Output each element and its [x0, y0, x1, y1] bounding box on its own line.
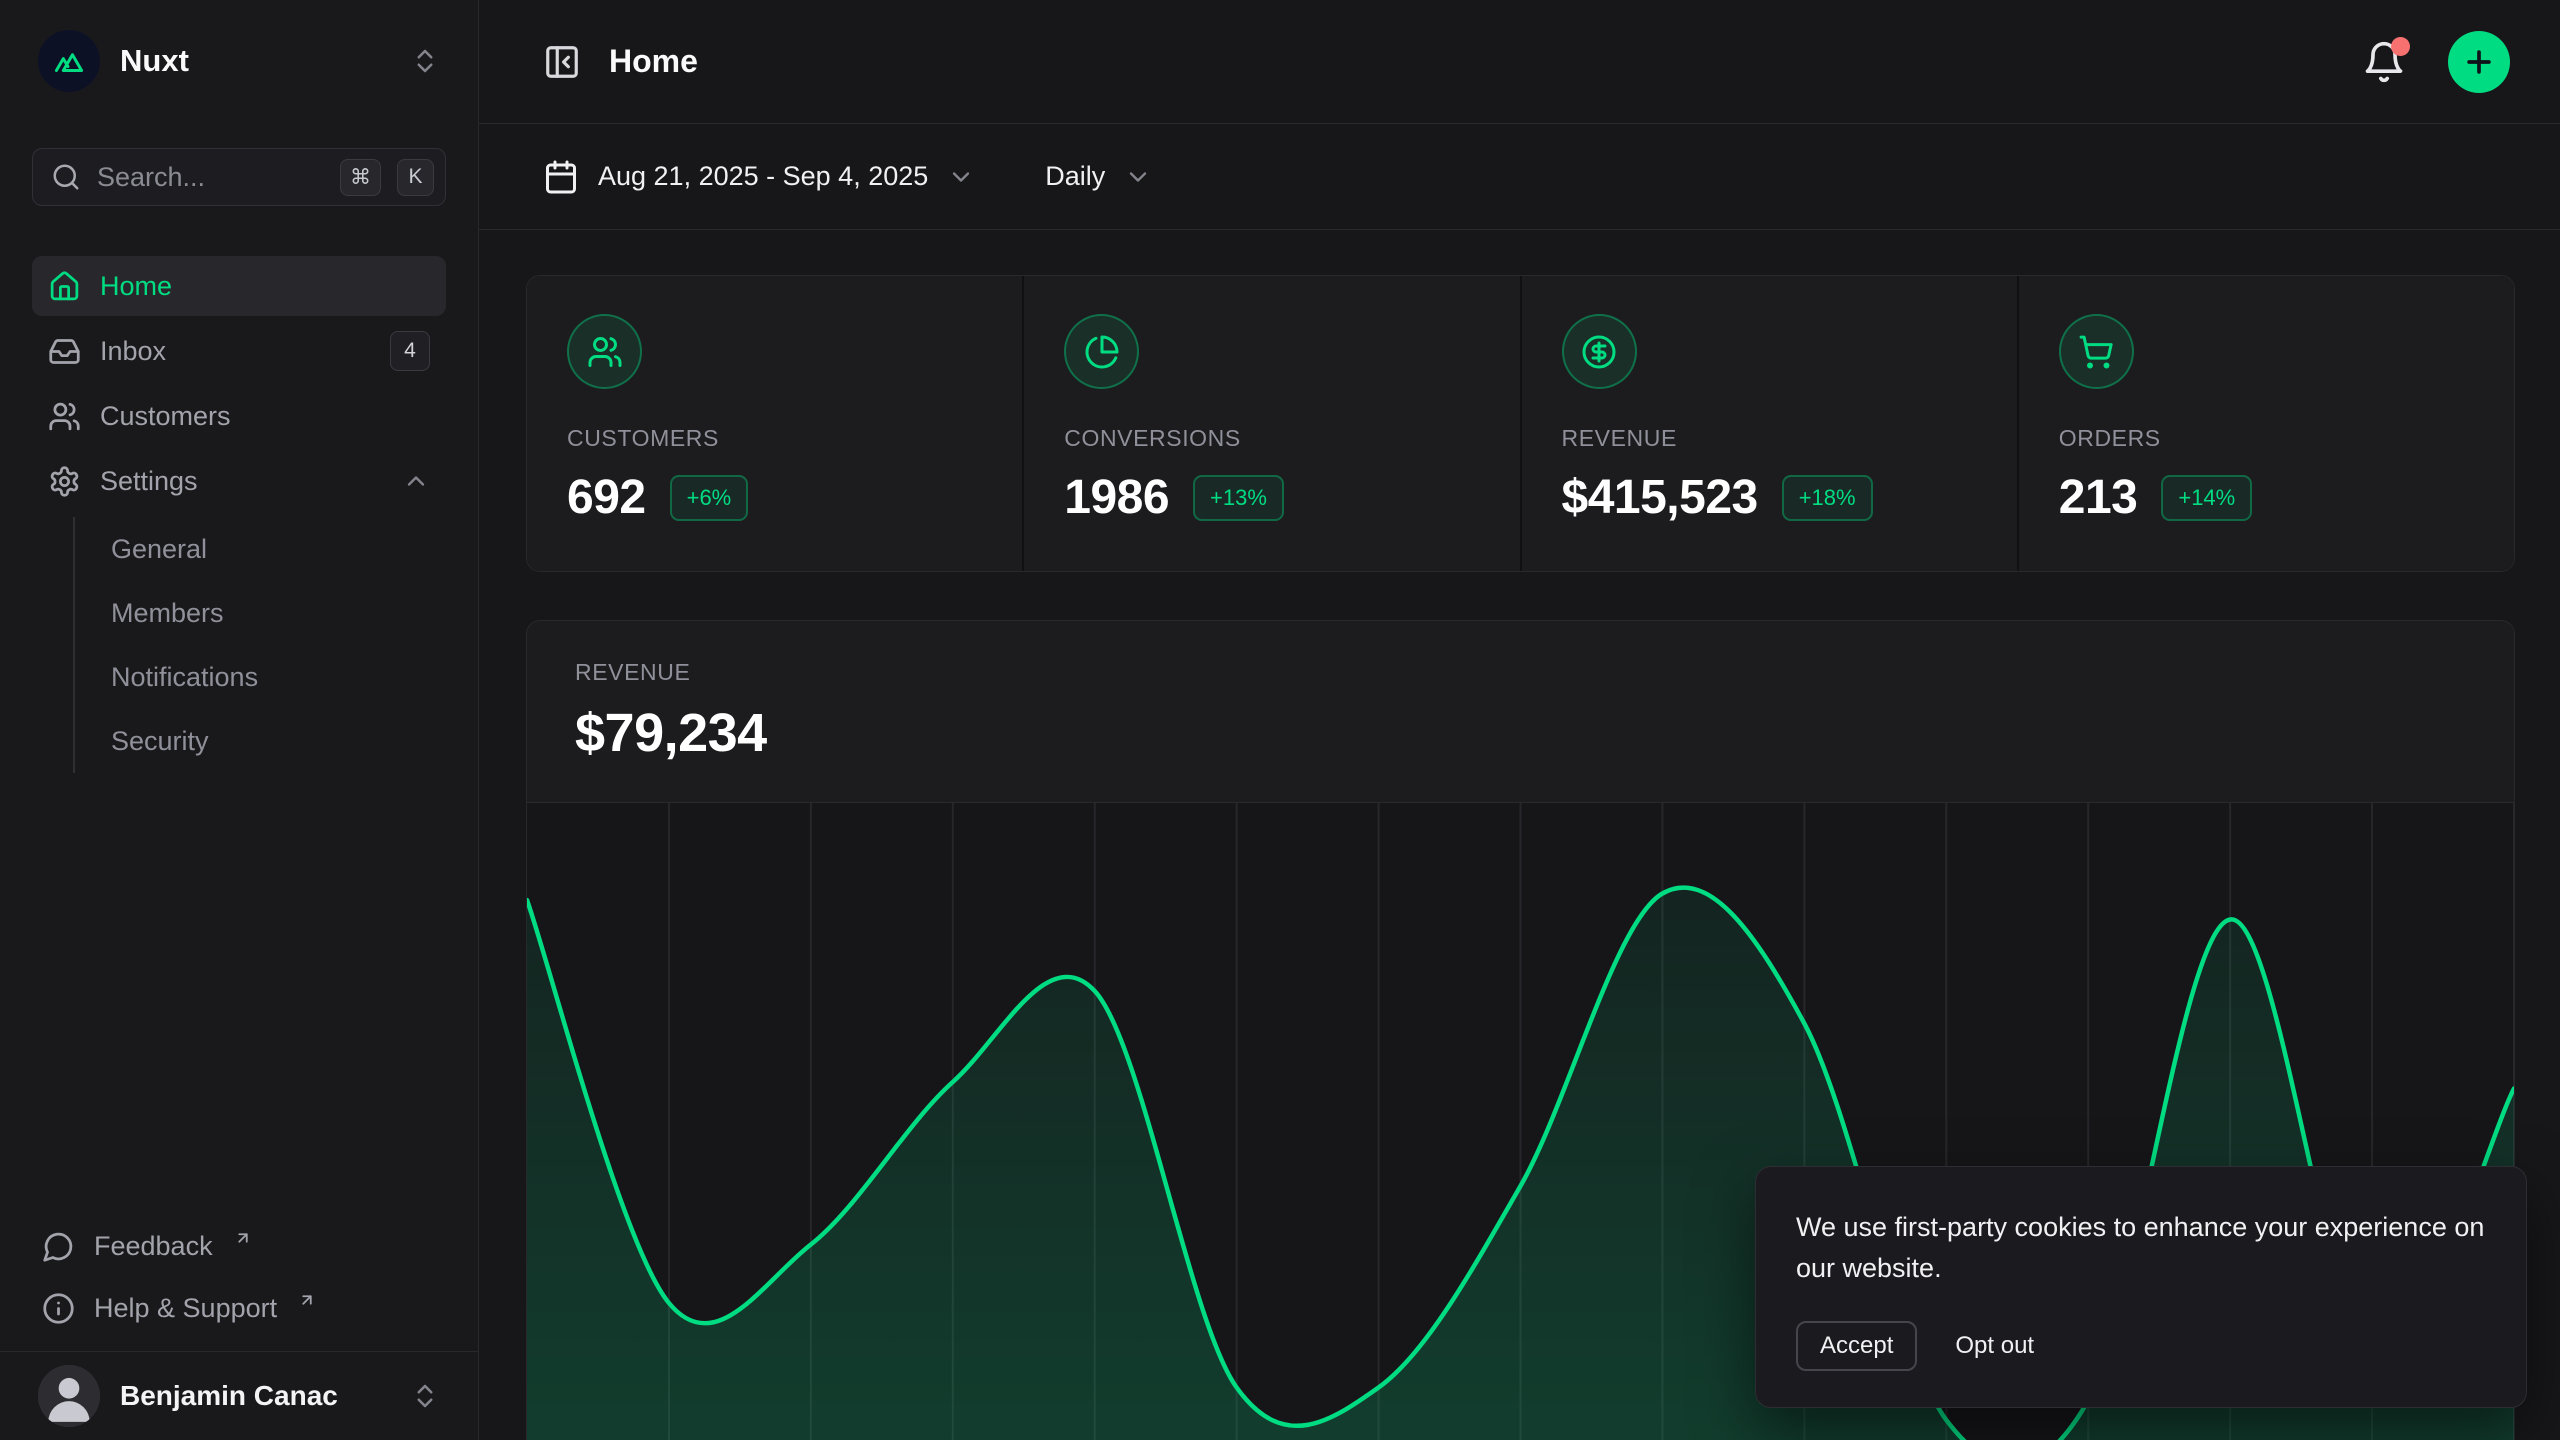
external-link-icon	[234, 1229, 252, 1247]
page-title: Home	[609, 43, 698, 80]
users-icon	[567, 314, 642, 389]
inbox-icon	[48, 335, 81, 368]
granularity-select[interactable]: Daily	[1045, 161, 1152, 192]
accept-cookies-button[interactable]: Accept	[1796, 1321, 1917, 1371]
revenue-chart-value: $79,234	[575, 702, 2466, 764]
settings-sub-list: General Members Notifications Security	[73, 517, 446, 773]
stat-card-conversions[interactable]: CONVERSIONS 1986 +13%	[1024, 276, 1519, 571]
granularity-value: Daily	[1045, 161, 1105, 192]
search-input[interactable]: Search... ⌘ K	[32, 148, 446, 206]
workspace-switcher[interactable]: Nuxt	[32, 30, 446, 92]
info-icon	[42, 1292, 75, 1325]
sidebar-item-label: Settings	[100, 466, 198, 497]
sidebar-item-settings[interactable]: Settings	[32, 451, 446, 511]
sidebar-item-members[interactable]: Members	[111, 581, 446, 645]
filters-toolbar: Aug 21, 2025 - Sep 4, 2025 Daily	[479, 124, 2560, 230]
search-icon	[51, 162, 81, 192]
sidebar-item-notifications[interactable]: Notifications	[111, 645, 446, 709]
cart-icon	[2059, 314, 2134, 389]
search-placeholder: Search...	[97, 162, 324, 193]
chevron-up-icon	[402, 467, 430, 495]
cookie-banner: We use first-party cookies to enhance yo…	[1755, 1166, 2527, 1408]
gear-icon	[48, 465, 81, 498]
sidebar-item-general[interactable]: General	[111, 517, 446, 581]
avatar	[38, 1365, 100, 1427]
sidebar-item-label: Inbox	[100, 336, 166, 367]
chevrons-up-down-icon	[410, 46, 440, 76]
external-link-icon	[298, 1291, 316, 1309]
stat-value: 1986	[1064, 470, 1169, 525]
date-range-picker[interactable]: Aug 21, 2025 - Sep 4, 2025	[543, 159, 975, 195]
calendar-icon	[543, 159, 579, 195]
help-support-link[interactable]: Help & Support	[32, 1279, 446, 1337]
stat-label: CUSTOMERS	[567, 425, 982, 452]
kbd-k: K	[397, 159, 434, 196]
sidebar-footer: Feedback Help & Support Benjamin Canac	[32, 1217, 446, 1440]
sidebar-item-customers[interactable]: Customers	[32, 386, 446, 446]
sidebar-nav: Home Inbox 4 Customers Settings	[32, 256, 446, 785]
workspace-name: Nuxt	[120, 43, 189, 79]
sidebar-item-security[interactable]: Security	[111, 709, 446, 773]
sidebar-item-home[interactable]: Home	[32, 256, 446, 316]
stat-delta-badge: +14%	[2161, 475, 2252, 521]
stat-value: 213	[2059, 470, 2138, 525]
chat-bubble-icon	[42, 1230, 75, 1263]
nuxt-logo-icon	[38, 30, 100, 92]
stats-grid: CUSTOMERS 692 +6% CONVERSIONS 1986 +13%	[526, 275, 2515, 572]
stat-delta-badge: +6%	[670, 475, 749, 521]
sidebar-item-label: Customers	[100, 401, 231, 432]
cookie-message: We use first-party cookies to enhance yo…	[1796, 1207, 2486, 1289]
notification-dot	[2391, 37, 2410, 56]
collapse-sidebar-button[interactable]	[543, 43, 581, 81]
user-name: Benjamin Canac	[120, 1380, 338, 1412]
chevrons-up-down-icon	[410, 1381, 440, 1411]
stat-card-customers[interactable]: CUSTOMERS 692 +6%	[527, 276, 1022, 571]
add-button[interactable]	[2448, 31, 2510, 93]
footer-item-label: Help & Support	[94, 1293, 277, 1324]
pie-chart-icon	[1064, 314, 1139, 389]
notifications-button[interactable]	[2362, 40, 2406, 84]
user-menu[interactable]: Benjamin Canac	[0, 1351, 478, 1440]
stat-label: REVENUE	[1562, 425, 1977, 452]
stat-value: $415,523	[1562, 470, 1758, 525]
dollar-circle-icon	[1562, 314, 1637, 389]
chevron-down-icon	[947, 163, 975, 191]
page-header: Home	[479, 0, 2560, 124]
revenue-chart-header: REVENUE $79,234	[527, 621, 2514, 802]
optout-cookies-button[interactable]: Opt out	[1955, 1332, 2034, 1360]
sidebar-item-label: Home	[100, 271, 172, 302]
sidebar: Nuxt Search... ⌘ K Home Inbox 4	[0, 0, 479, 1440]
stat-label: ORDERS	[2059, 425, 2474, 452]
footer-item-label: Feedback	[94, 1231, 213, 1262]
stat-delta-badge: +13%	[1193, 475, 1284, 521]
stat-card-orders[interactable]: ORDERS 213 +14%	[2019, 276, 2514, 571]
revenue-chart-label: REVENUE	[575, 659, 2466, 686]
feedback-link[interactable]: Feedback	[32, 1217, 446, 1275]
date-range-value: Aug 21, 2025 - Sep 4, 2025	[598, 161, 928, 192]
users-icon	[48, 400, 81, 433]
chevron-down-icon	[1124, 163, 1152, 191]
inbox-count-badge: 4	[390, 331, 430, 371]
stat-delta-badge: +18%	[1782, 475, 1873, 521]
kbd-meta: ⌘	[340, 159, 381, 196]
stat-value: 692	[567, 470, 646, 525]
stat-card-revenue[interactable]: REVENUE $415,523 +18%	[1522, 276, 2017, 571]
home-icon	[48, 270, 81, 303]
sidebar-item-inbox[interactable]: Inbox 4	[32, 321, 446, 381]
stat-label: CONVERSIONS	[1064, 425, 1479, 452]
